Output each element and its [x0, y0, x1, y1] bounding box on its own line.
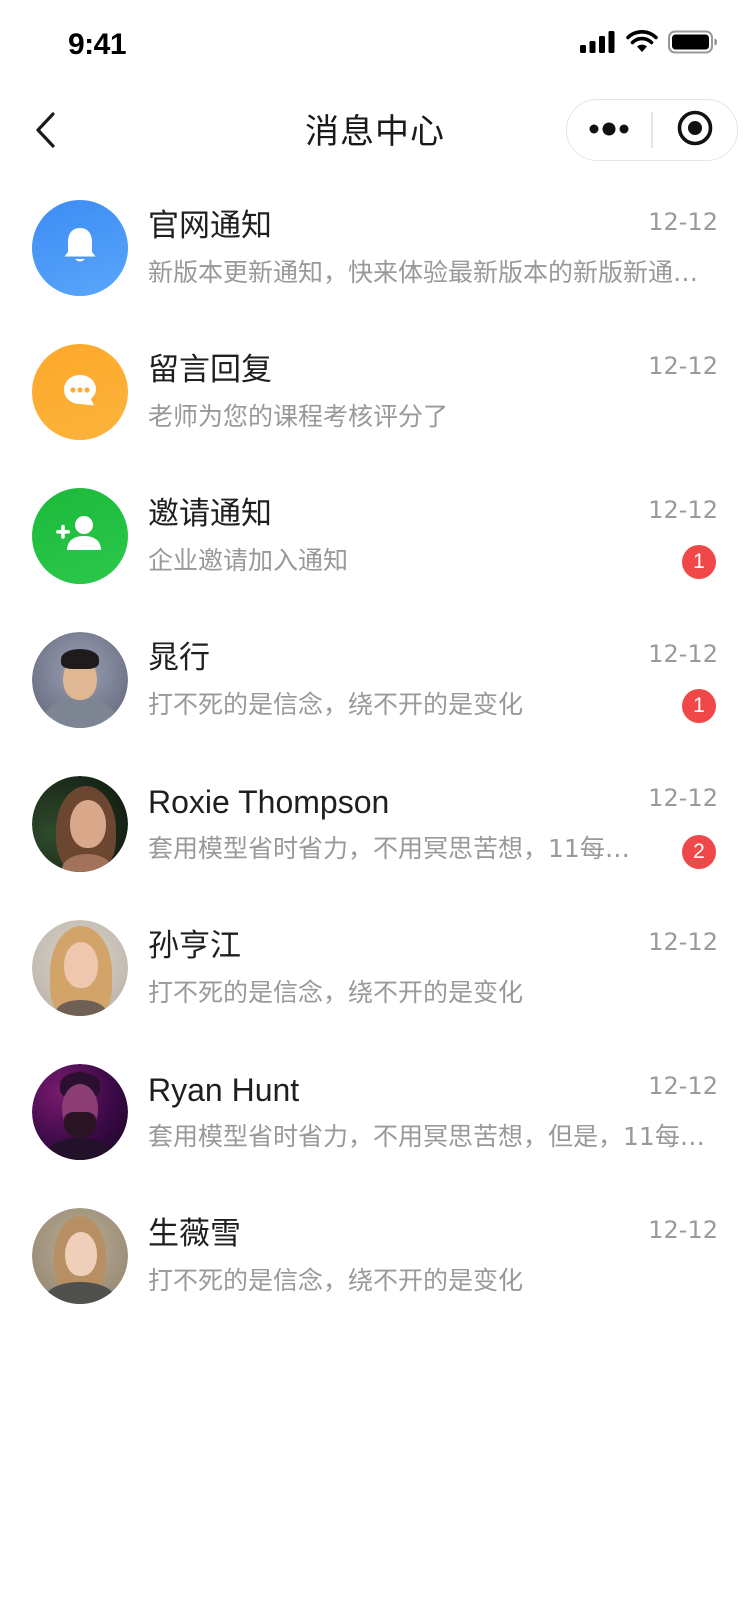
avatar [32, 632, 128, 728]
bell-icon [58, 224, 102, 272]
message-preview: 打不死的是信念，绕不开的是变化 [148, 690, 524, 719]
message-preview: 套用模型省时省力，不用冥思苦想，但是，11每… [148, 1122, 705, 1151]
status-bar: 9:41 [0, 0, 750, 88]
unread-badge: 1 [682, 689, 716, 723]
user-photo [32, 1064, 128, 1160]
user-photo [32, 632, 128, 728]
wifi-icon [626, 30, 658, 58]
avatar [32, 1208, 128, 1304]
message-preview: 新版本更新通知，快来体验最新版本的新版新通知功能 [148, 258, 718, 287]
message-time: 12-12 [648, 928, 718, 956]
message-time: 12-12 [648, 208, 718, 236]
message-time: 12-12 [648, 496, 718, 524]
target-circle-icon [676, 109, 714, 151]
message-title: 孙亨江 [148, 928, 241, 964]
message-title: Ryan Hunt [148, 1072, 300, 1108]
mini-program-capsule [566, 99, 738, 161]
list-item[interactable]: 邀请通知 12-12 企业邀请加入通知 1 [0, 464, 750, 608]
nav-bar: 消息中心 [0, 88, 750, 176]
signal-icon [580, 30, 616, 58]
user-photo [32, 1208, 128, 1304]
status-icons [580, 30, 718, 58]
message-preview: 打不死的是信念，绕不开的是变化 [148, 978, 524, 1007]
message-time: 12-12 [648, 1072, 718, 1100]
avatar [32, 776, 128, 872]
message-title: Roxie Thompson [148, 784, 390, 820]
list-item[interactable]: Roxie Thompson 12-12 套用模型省时省力，不用冥思苦想，11每… [0, 752, 750, 896]
message-preview: 老师为您的课程考核评分了 [148, 402, 449, 431]
list-item[interactable]: 留言回复 12-12 老师为您的课程考核评分了 [0, 320, 750, 464]
avatar [32, 920, 128, 1016]
unread-badge: 1 [682, 545, 716, 579]
message-title: 官网通知 [148, 208, 272, 244]
list-item[interactable]: 晁行 12-12 打不死的是信念，绕不开的是变化 1 [0, 608, 750, 752]
message-time: 12-12 [648, 1216, 718, 1244]
message-title: 留言回复 [148, 352, 272, 388]
message-title: 生薇雪 [148, 1216, 241, 1252]
avatar [32, 1064, 128, 1160]
unread-badge: 2 [682, 835, 716, 869]
message-preview: 打不死的是信念，绕不开的是变化 [148, 1266, 524, 1295]
message-time: 12-12 [648, 784, 718, 812]
more-dots-icon [589, 121, 629, 140]
message-title: 晁行 [148, 640, 210, 676]
user-photo [32, 920, 128, 1016]
close-mini-program-button[interactable] [653, 100, 737, 160]
list-item[interactable]: Ryan Hunt 12-12 套用模型省时省力，不用冥思苦想，但是，11每… [0, 1040, 750, 1184]
chat-bubble-icon [58, 368, 102, 416]
message-time: 12-12 [648, 640, 718, 668]
avatar [32, 488, 128, 584]
message-preview: 套用模型省时省力，不用冥思苦想，11每… [148, 834, 630, 863]
message-title: 邀请通知 [148, 496, 272, 532]
list-item[interactable]: 官网通知 12-12 新版本更新通知，快来体验最新版本的新版新通知功能 [0, 176, 750, 320]
message-list: 官网通知 12-12 新版本更新通知，快来体验最新版本的新版新通知功能 留言回复… [0, 176, 750, 1328]
message-time: 12-12 [648, 352, 718, 380]
add-user-icon [53, 512, 107, 560]
more-button[interactable] [567, 100, 651, 160]
message-preview: 企业邀请加入通知 [148, 546, 349, 575]
status-time: 9:41 [68, 28, 127, 61]
avatar [32, 200, 128, 296]
avatar [32, 344, 128, 440]
user-photo [32, 776, 128, 872]
list-item[interactable]: 生薇雪 12-12 打不死的是信念，绕不开的是变化 [0, 1184, 750, 1328]
battery-icon [668, 30, 718, 58]
list-item[interactable]: 孙亨江 12-12 打不死的是信念，绕不开的是变化 [0, 896, 750, 1040]
